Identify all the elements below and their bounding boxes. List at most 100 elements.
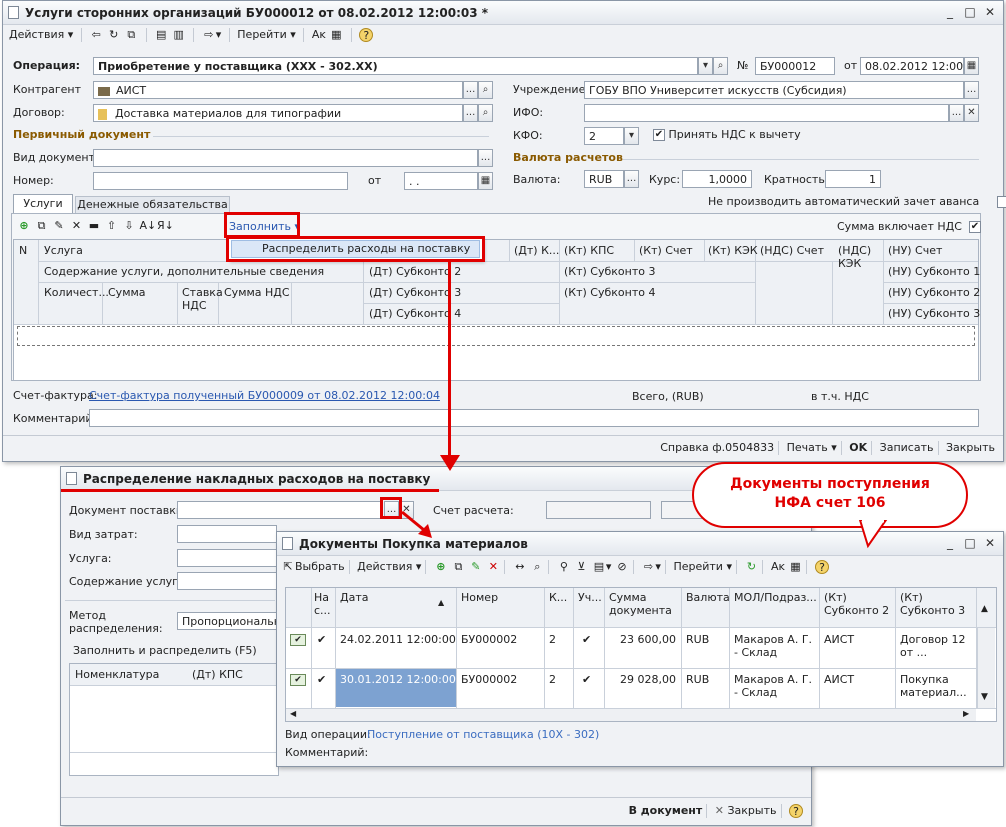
col-nds-kek[interactable]: (НДС) КЭК [838, 244, 878, 270]
col-date[interactable]: Дата [340, 591, 368, 604]
dist-close-button[interactable]: ✕ Закрыть [715, 804, 777, 817]
based-on-icon[interactable]: ⇨ [641, 560, 655, 574]
help-icon[interactable]: ? [789, 804, 803, 818]
ifo-clear-icon[interactable]: ✕ [964, 104, 979, 122]
close-button[interactable]: Закрыть [946, 441, 995, 454]
sort-desc-icon[interactable]: Я↓ [157, 219, 174, 233]
vat-included-checkbox[interactable]: Сумма включает НДС ✔ [837, 220, 981, 233]
currency-field[interactable]: RUB [584, 170, 624, 188]
col-n[interactable]: N [19, 244, 27, 257]
horizontal-scrollbar[interactable] [286, 709, 976, 721]
fill-distribute-button[interactable]: Заполнить и распределить (F5) [73, 644, 257, 657]
help-icon[interactable]: ? [814, 560, 829, 574]
doc-date-field[interactable]: 08.02.2012 12:00:03 [860, 57, 964, 75]
col-qty[interactable]: Количест... [44, 286, 109, 299]
table-row-0-k[interactable]: 2 [549, 633, 556, 646]
edit-icon[interactable]: ✎ [469, 560, 483, 574]
movements-icon[interactable]: Aᴋ [771, 560, 785, 574]
operation-dropdown-icon[interactable]: ▾ [698, 57, 713, 75]
tab-money-obligations[interactable]: Денежные обязательства [75, 196, 230, 214]
delete-row-icon[interactable]: ✕ [70, 219, 84, 233]
maximize-button[interactable]: □ [963, 6, 977, 20]
copy-icon[interactable]: ⧉ [124, 28, 138, 42]
report-icon[interactable]: ▦ [329, 28, 343, 42]
interval-icon[interactable]: ↔ [513, 560, 527, 574]
col-uch[interactable]: Уч... [578, 591, 602, 604]
col-doc-sum[interactable]: Сумма документа [609, 591, 679, 617]
vat-accept-checkbox[interactable]: ✔ Принять НДС к вычету [653, 128, 801, 141]
table-row-0-date[interactable]: 24.02.2011 12:00:00 [340, 633, 456, 646]
docs-actions-menu[interactable]: Действия ▾ [357, 560, 421, 573]
table-row-0-sum[interactable]: 23 600,00 [616, 633, 676, 646]
clear-filter-icon[interactable]: ⊘ [615, 560, 629, 574]
end-edit-icon[interactable]: ▬ [87, 219, 101, 233]
table-row-0-kt-s3[interactable]: Договор 12 от ... [900, 633, 974, 659]
operation-field[interactable]: Приобретение у поставщика (ХХХ - 302.ХХ) [93, 57, 698, 75]
primary-date-field[interactable]: . . [404, 172, 478, 190]
col-dt-kps[interactable]: (Дт) КПС [192, 668, 243, 681]
col-kt-subconto4[interactable]: (Кт) Субконто 4 [564, 286, 655, 299]
refresh-icon[interactable]: ↻ [107, 28, 121, 42]
currency-select-button[interactable]: ... [624, 170, 639, 188]
add-row-icon[interactable]: ⊕ [17, 219, 31, 233]
no-auto-advance-checkbox[interactable]: Не производить автоматический зачет аван… [708, 195, 1006, 208]
invoice-link[interactable]: Счет-фактура полученный БУ000009 от 08.0… [89, 389, 440, 402]
contract-field[interactable]: Доставка материалов для типографии [93, 104, 463, 122]
kfo-dropdown-icon[interactable]: ▾ [624, 127, 639, 145]
delete-icon[interactable]: ✕ [486, 560, 500, 574]
table-row-0-number[interactable]: БУ000002 [461, 633, 517, 646]
close-window-button[interactable]: ✕ [983, 6, 997, 20]
table-row-0-mol[interactable]: Макаров А. Г. - Склад [734, 633, 817, 659]
ifo-field[interactable] [584, 104, 949, 122]
edit-row-icon[interactable]: ✎ [52, 219, 66, 233]
table-row-1-kt-s2[interactable]: АИСТ [824, 673, 854, 686]
report-icon[interactable]: ▦ [788, 560, 802, 574]
docs-minimize-button[interactable]: _ [943, 537, 957, 551]
col-nu-subconto1[interactable]: (НУ) Субконто 1 [888, 265, 980, 278]
cost-type-field[interactable] [177, 525, 277, 543]
docs-maximize-button[interactable]: □ [963, 537, 977, 551]
institution-select-button[interactable]: ... [964, 81, 979, 99]
table-row-1-kt-s3[interactable]: Покупка материал... [900, 673, 974, 699]
select-button[interactable]: ⇱ Выбрать [281, 560, 344, 573]
table-row-0-currency[interactable]: RUB [686, 633, 709, 646]
ifo-select-button[interactable]: ... [949, 104, 964, 122]
move-down-icon[interactable]: ⇩ [122, 219, 136, 233]
filter-value-icon[interactable]: ⊻ [574, 560, 588, 574]
method-field[interactable]: Пропорционально [177, 612, 277, 630]
back-icon[interactable]: ⇦ [89, 28, 103, 42]
add-icon[interactable]: ⊕ [434, 560, 448, 574]
col-sum[interactable]: Сумма [108, 286, 146, 299]
col-kt-kps[interactable]: (Кт) КПС [564, 244, 614, 257]
scroll-right-icon[interactable]: ▶ [963, 709, 969, 718]
table-row-1-currency[interactable]: RUB [686, 673, 709, 686]
contract-search-icon[interactable]: ⌕ [478, 104, 493, 122]
contractor-select-button[interactable]: ... [463, 81, 478, 99]
col-kt-subconto2[interactable]: (Кт) Субконто 2 [824, 591, 894, 617]
account-field[interactable] [546, 501, 651, 519]
col-kt-subconto3[interactable]: (Кт) Субконто 3 [564, 265, 655, 278]
table-row-1-mol[interactable]: Макаров А. Г. - Склад [734, 673, 817, 699]
col-mol[interactable]: МОЛ/Подраз... [734, 591, 817, 604]
col-nu-subconto3[interactable]: (НУ) Субконто 3 [888, 307, 980, 320]
col-kt-kek[interactable]: (Кт) КЭК [708, 244, 758, 257]
institution-field[interactable]: ГОБУ ВПО Университет искусств (Субсидия) [584, 81, 964, 99]
col-vat-sum[interactable]: Сумма НДС [224, 286, 290, 299]
col-nds-account[interactable]: (НДС) Счет [760, 244, 824, 257]
contractor-search-icon[interactable]: ⌕ [478, 81, 493, 99]
scroll-left-icon[interactable]: ◀ [290, 709, 296, 718]
primary-calendar-icon[interactable]: ▦ [478, 172, 493, 190]
rate-field[interactable]: 1,0000 [682, 170, 752, 188]
col-dt-k[interactable]: (Дт) К... [514, 244, 559, 257]
calendar-icon[interactable]: ▦ [964, 57, 979, 75]
print-form-button[interactable]: Справка ф.0504833 [660, 441, 774, 454]
doc-type-field[interactable] [93, 149, 478, 167]
based-on-icon[interactable]: ⇨ [202, 28, 216, 42]
doc-type-select-button[interactable]: ... [478, 149, 493, 167]
filter-icon[interactable]: ⚲ [557, 560, 571, 574]
content-field[interactable] [177, 572, 277, 590]
table-row-1-date[interactable]: 30.01.2012 12:00:00 [340, 673, 456, 686]
docs-goto-menu[interactable]: Перейти ▾ [673, 560, 732, 573]
tab-services[interactable]: Услуги [13, 194, 73, 214]
comment-field[interactable] [89, 409, 979, 427]
